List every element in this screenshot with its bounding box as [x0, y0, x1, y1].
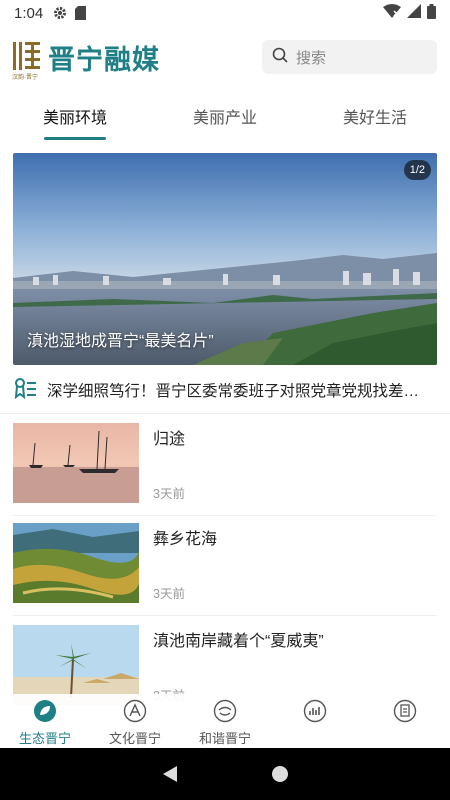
nav-label: 和谐晋宁 — [198, 731, 251, 746]
status-bar: 1:04 — [0, 0, 450, 26]
divider — [13, 615, 437, 616]
nav-statistics[interactable] — [270, 694, 360, 748]
tab-beautiful-industry[interactable]: 美丽产业 — [150, 92, 300, 140]
system-navigation-bar — [0, 748, 450, 800]
wifi-icon — [383, 4, 401, 22]
harmony-icon — [212, 698, 238, 724]
tab-beautiful-environment[interactable]: 美丽环境 — [0, 92, 150, 140]
chart-icon — [302, 698, 328, 724]
bottom-navigation: 生态晋宁 文化晋宁 和谐晋宁 — [0, 694, 450, 748]
ticker-headline: 深学细照笃行！晋宁区委常委班子对照党章党规找差… — [47, 383, 420, 400]
logo-mark-icon: 汉韵·晋宁 — [12, 40, 42, 81]
search-icon — [272, 47, 288, 68]
logo-title: 晋宁融媒 — [48, 45, 160, 76]
logo-subtitle: 汉韵·晋宁 — [12, 74, 38, 81]
home-icon[interactable] — [271, 766, 288, 782]
nav-label: 生态晋宁 — [18, 731, 71, 746]
article-time: 3天前 — [153, 487, 185, 501]
news-ticker[interactable]: 深学细照笃行！晋宁区委常委班子对照党章党规找差… — [0, 372, 450, 408]
article-thumbnail — [13, 625, 139, 705]
nav-culture[interactable]: 文化晋宁 — [90, 694, 180, 748]
article-thumbnail — [13, 523, 139, 603]
article-title: 滇池南岸藏着个“夏威夷” — [153, 633, 324, 650]
signal-icon — [407, 4, 421, 22]
category-tabs: 美丽环境 美丽产业 美好生活 — [0, 92, 450, 140]
sd-card-icon — [75, 6, 87, 20]
search-placeholder: 搜索 — [296, 49, 327, 67]
nav-ecology[interactable]: 生态晋宁 — [0, 694, 90, 748]
document-icon — [392, 698, 418, 724]
leaf-icon — [32, 698, 58, 724]
battery-icon — [427, 3, 436, 23]
list-item[interactable]: 归途 3天前 — [0, 423, 450, 523]
app-header: 汉韵·晋宁 晋宁融媒 搜索 — [0, 36, 450, 81]
news-list-icon — [13, 377, 37, 404]
article-thumbnail — [13, 423, 139, 503]
settings-gear-icon — [53, 6, 67, 20]
nav-label: 文化晋宁 — [108, 731, 161, 746]
banner-caption: 滇池湿地成晋宁“最美名片” — [27, 333, 214, 350]
tab-good-life[interactable]: 美好生活 — [300, 92, 450, 140]
divider — [13, 515, 437, 516]
status-time: 1:04 — [14, 4, 44, 22]
list-item[interactable]: 彝乡花海 3天前 — [0, 523, 450, 623]
search-box[interactable]: 搜索 — [262, 40, 437, 74]
article-title: 彝乡花海 — [153, 531, 218, 548]
nav-documents[interactable] — [360, 694, 450, 748]
banner-carousel[interactable]: 1/2 滇池湿地成晋宁“最美名片” — [13, 153, 437, 365]
article-time: 3天前 — [153, 587, 185, 601]
banner-page-indicator: 1/2 — [403, 160, 431, 180]
article-title: 归途 — [153, 431, 186, 448]
culture-icon — [122, 698, 148, 724]
app-logo: 汉韵·晋宁 晋宁融媒 — [12, 38, 160, 81]
divider — [0, 413, 450, 414]
nav-harmony[interactable]: 和谐晋宁 — [180, 694, 270, 748]
back-icon[interactable] — [162, 766, 177, 782]
